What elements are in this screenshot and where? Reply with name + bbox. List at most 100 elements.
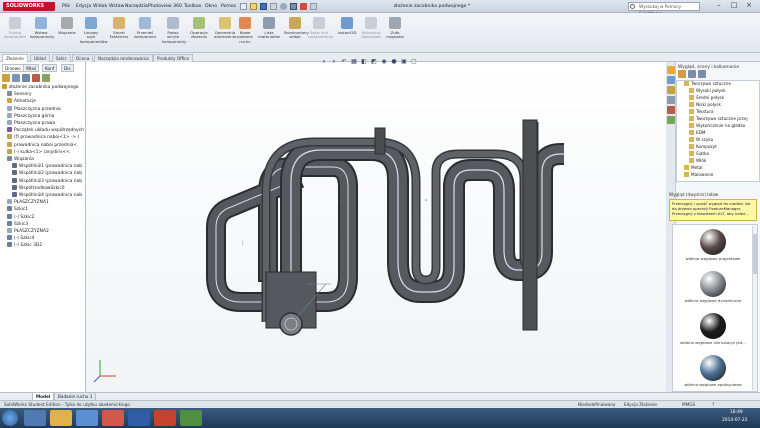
ribbon-button-14[interactable]: Aktualizuj Speedpak: [360, 16, 382, 50]
appearance-tree-item[interactable]: EDM: [677, 130, 760, 137]
new-file-icon[interactable]: [240, 3, 247, 10]
dim-expert-icon[interactable]: [32, 74, 40, 82]
view-settings-icon[interactable]: ▢: [410, 58, 418, 66]
opera-icon[interactable]: [102, 410, 124, 426]
graphics-area[interactable]: ¦: [86, 62, 666, 392]
hide-show-icon[interactable]: ◉: [380, 58, 388, 66]
tab-display[interactable]: Dis: [61, 64, 74, 72]
tree-item[interactable]: PŁASZCZYZNA2: [0, 228, 86, 235]
material-swatch[interactable]: włókno węglowe projektowe: [673, 227, 753, 271]
appearance-tree-item[interactable]: Tekstura: [677, 109, 760, 116]
tree-item[interactable]: (-) kulka<1> (anydiris<<: [0, 148, 86, 156]
tab-szkic[interactable]: Szkic: [52, 54, 71, 62]
appearance-tree-item[interactable]: Włók: [677, 158, 760, 165]
appearance-tree-item[interactable]: Kompozyt: [677, 144, 760, 151]
material-swatch[interactable]: włókno węglowe epoksydowe: [673, 353, 753, 397]
tree-item[interactable]: (-) Szkic4: [0, 235, 86, 242]
tree-item[interactable]: Początek układu współrzędnych: [0, 127, 86, 134]
edit-appearance-icon[interactable]: ●: [390, 58, 398, 66]
ribbon-button-11[interactable]: Rozstrzelony widok: [284, 16, 309, 50]
tree-item[interactable]: Współliniż1 (prowadnica nab: [0, 163, 86, 170]
menu-plik[interactable]: Plik: [62, 3, 70, 10]
tab-configuration[interactable]: Konf: [42, 64, 58, 72]
tree-item[interactable]: prowadnica naboi przednia<: [0, 141, 86, 149]
menu-photoview[interactable]: Photoview 360: [148, 3, 182, 10]
help-search-input[interactable]: Wyszukaj w Pomocy SolidWorks: [628, 2, 700, 16]
feature-tree-icon[interactable]: [2, 74, 10, 82]
solidworks-taskbar-icon[interactable]: [154, 410, 176, 426]
tree-item[interactable]: Współliniż3 (prowadnica nab: [0, 177, 86, 185]
appearance-tree-item[interactable]: W szyku: [677, 137, 760, 144]
start-button[interactable]: [2, 410, 18, 426]
display-style-icon[interactable]: ◩: [370, 58, 378, 66]
resources-icon[interactable]: [667, 66, 675, 74]
menu-wstaw[interactable]: Wstaw: [109, 3, 124, 10]
tree-item[interactable]: złożenie zacobnika podwojnego: [0, 84, 86, 91]
print-icon[interactable]: [270, 3, 277, 10]
solidworks-logo[interactable]: SOLIDWORKS: [3, 2, 55, 11]
word-icon[interactable]: [128, 410, 150, 426]
save-icon[interactable]: [260, 3, 267, 10]
tree-item[interactable]: Wiązania: [0, 156, 86, 163]
tree-item[interactable]: Płaszczyzna prawa: [0, 120, 86, 127]
ribbon-button-5[interactable]: Przenieś komponent: [134, 16, 156, 50]
scroll-thumb[interactable]: [753, 234, 757, 274]
back-icon[interactable]: [688, 70, 696, 78]
tree-item[interactable]: PŁASZCZYZNA1: [0, 199, 86, 206]
menu-okno[interactable]: Okno: [205, 3, 217, 10]
ribbon-button-1[interactable]: Wstaw komponenty: [30, 16, 54, 50]
appearance-tree-item[interactable]: Malowanie: [677, 172, 760, 179]
ribbon-button-4[interactable]: Smart Fasteners: [108, 16, 130, 50]
display-icon[interactable]: [42, 74, 50, 82]
zoom-to-fit-icon[interactable]: ⌕: [320, 58, 328, 66]
zoom-area-icon[interactable]: ⌕: [330, 58, 338, 66]
material-swatch[interactable]: włókno węglowe inkrustacje jed...: [673, 311, 753, 355]
section-view-icon[interactable]: ▦: [350, 58, 358, 66]
appearance-tree-item[interactable]: Wykończenie na gładko: [677, 123, 760, 130]
view-palette-icon[interactable]: [667, 96, 675, 104]
ribbon-button-7[interactable]: Operacje złożenia: [188, 16, 210, 50]
tree-item[interactable]: (-) Szkic 3D2: [0, 242, 86, 249]
property-icon[interactable]: [12, 74, 20, 82]
select-icon[interactable]: [290, 3, 297, 10]
forward-icon[interactable]: [698, 70, 706, 78]
menu-pomoc[interactable]: Pomoc: [221, 3, 236, 10]
tab-produkty-office[interactable]: Produkty Office: [153, 54, 194, 62]
design-library-icon[interactable]: [667, 76, 675, 84]
ribbon-button-0[interactable]: Edytuj komponent: [4, 16, 26, 50]
tree-item[interactable]: Szkic3: [0, 220, 86, 228]
undo-icon[interactable]: [280, 3, 287, 10]
ribbon-button-3[interactable]: Liniowy szyk komponentów: [80, 16, 108, 50]
media-icon[interactable]: [76, 410, 98, 426]
appearance-tree-item[interactable]: Metal: [677, 165, 760, 172]
menu-narzedzia[interactable]: Narzędzia: [125, 3, 148, 10]
ribbon-button-9[interactable]: Nowe badanie ruchu: [234, 16, 256, 50]
ribbon-button-12[interactable]: Szkic linii rozstrzelenia: [308, 16, 333, 50]
appearance-tree-item[interactable]: Wysoki połysk: [677, 88, 760, 95]
ribbon-button-2[interactable]: Wiązanie: [56, 16, 78, 50]
app-icon[interactable]: [180, 410, 202, 426]
tree-item[interactable]: Szkic1: [0, 206, 86, 213]
view-orientation-icon[interactable]: ◧: [360, 58, 368, 66]
menu-edycja[interactable]: Edycja: [76, 3, 91, 10]
ribbon-button-10[interactable]: Lista materiałów: [258, 16, 280, 50]
tab-zlozenie[interactable]: Złożenie: [2, 54, 28, 62]
appearance-tree-item[interactable]: Niski połysk: [677, 102, 760, 109]
tab-feature-tree[interactable]: Drzewo: [2, 64, 24, 72]
ribbon-button-13[interactable]: Instant3D: [336, 16, 358, 50]
tree-item[interactable]: Sensory: [0, 91, 86, 98]
tree-item[interactable]: Współliniż4 (prowadnica nab: [0, 192, 86, 199]
gallery-scrollbar[interactable]: [752, 226, 757, 390]
tree-item[interactable]: WspółśrodkowSzkic0: [0, 184, 86, 192]
ribbon-button-15[interactable]: Zrób migawkę: [384, 16, 406, 50]
tree-item[interactable]: (-) Szkic2: [0, 213, 86, 221]
explorer-icon[interactable]: [50, 410, 72, 426]
tab-uklad[interactable]: Układ: [30, 54, 50, 62]
appearance-tree-item[interactable]: Średni połysk: [677, 95, 760, 102]
ribbon-button-8[interactable]: Geometria odniesienia: [214, 16, 236, 50]
tab-property[interactable]: Właś: [23, 64, 40, 72]
appearance-tree-item[interactable]: Tworzywo sztuczne przej: [677, 116, 760, 123]
tree-item[interactable]: Adnotacje: [0, 98, 86, 105]
tree-item[interactable]: Współliniż2 (prowadnica nab: [0, 170, 86, 177]
minimize-button[interactable]: –: [712, 1, 726, 11]
